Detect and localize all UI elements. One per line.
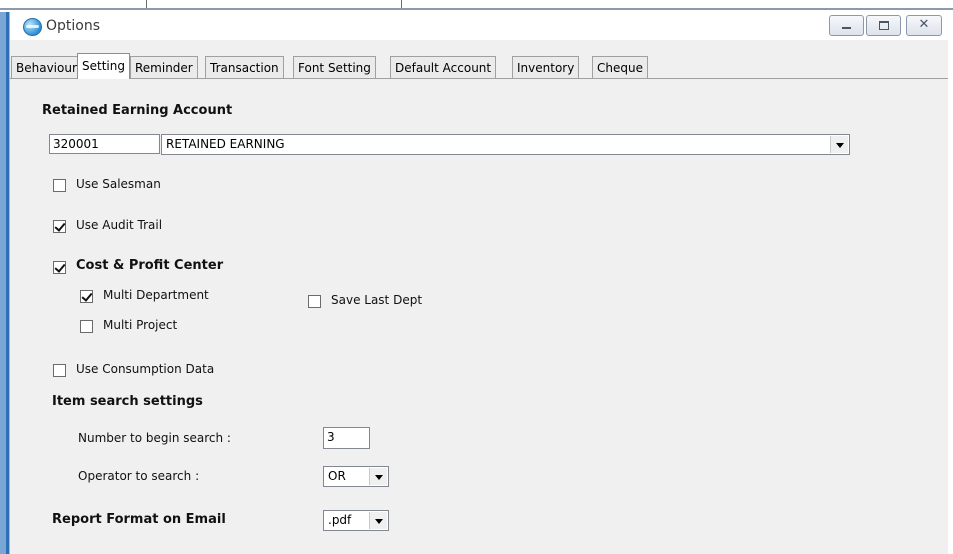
retained-code-field[interactable]: 320001 bbox=[49, 134, 160, 154]
multi-project-label: Multi Project bbox=[103, 318, 178, 332]
use-audit-trail-label: Use Audit Trail bbox=[76, 218, 163, 232]
number-begin-search-label: Number to begin search : bbox=[78, 431, 231, 445]
setting-panel: Retained Earning Account 320001 RETAINED… bbox=[9, 67, 947, 554]
multi-department-label: Multi Department bbox=[103, 288, 209, 302]
item-search-title: Item search settings bbox=[52, 394, 203, 409]
report-format-select[interactable]: .pdf bbox=[323, 510, 389, 531]
title-bar[interactable]: Options ✕ bbox=[10, 12, 948, 40]
cost-profit-center-checkbox[interactable] bbox=[53, 261, 66, 274]
app-icon bbox=[23, 18, 42, 36]
use-consumption-data-checkbox[interactable] bbox=[53, 364, 66, 377]
left-window-border bbox=[0, 12, 9, 554]
save-last-dept-checkbox[interactable] bbox=[308, 295, 321, 308]
chevron-down-icon[interactable] bbox=[369, 468, 387, 485]
maximize-icon bbox=[867, 16, 900, 35]
report-format-label: Report Format on Email bbox=[52, 512, 226, 527]
chevron-down-icon[interactable] bbox=[830, 136, 848, 153]
background-window-strip bbox=[0, 0, 953, 10]
use-audit-trail-checkbox[interactable] bbox=[53, 220, 66, 233]
tab-setting[interactable]: Setting bbox=[77, 53, 130, 79]
use-salesman-label: Use Salesman bbox=[76, 177, 161, 191]
operator-search-value: OR bbox=[328, 469, 346, 483]
close-icon: ✕ bbox=[918, 17, 930, 32]
chevron-down-icon[interactable] bbox=[369, 512, 387, 529]
retained-account-value: RETAINED EARNING bbox=[166, 137, 285, 151]
minimize-button[interactable] bbox=[829, 15, 864, 36]
retained-earning-title: Retained Earning Account bbox=[42, 103, 233, 118]
minimize-icon bbox=[830, 16, 863, 35]
use-salesman-checkbox[interactable] bbox=[53, 179, 66, 192]
maximize-button[interactable] bbox=[866, 15, 901, 36]
operator-search-select[interactable]: OR bbox=[323, 466, 389, 487]
close-button[interactable]: ✕ bbox=[906, 15, 942, 36]
cost-profit-center-label: Cost & Profit Center bbox=[76, 258, 224, 273]
retained-account-select[interactable]: RETAINED EARNING bbox=[161, 134, 850, 155]
window-title: Options bbox=[46, 18, 101, 34]
report-format-value: .pdf bbox=[328, 513, 352, 527]
multi-department-checkbox[interactable] bbox=[80, 290, 93, 303]
number-begin-search-field[interactable]: 3 bbox=[323, 427, 370, 449]
use-consumption-data-label: Use Consumption Data bbox=[76, 362, 215, 376]
operator-search-label: Operator to search : bbox=[78, 469, 200, 483]
save-last-dept-label: Save Last Dept bbox=[331, 293, 423, 307]
multi-project-checkbox[interactable] bbox=[80, 320, 93, 333]
